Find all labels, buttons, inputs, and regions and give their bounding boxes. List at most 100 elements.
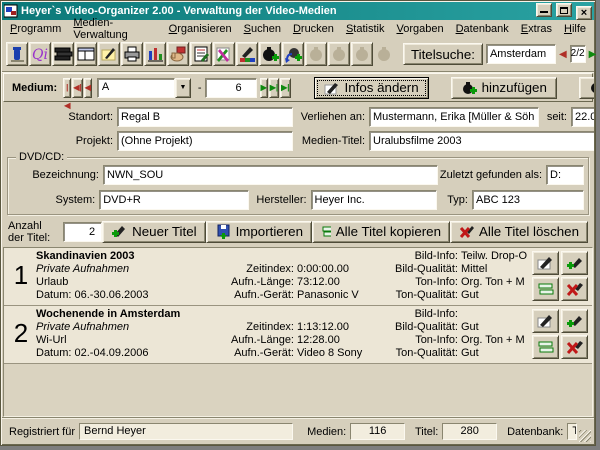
resize-grip[interactable]	[579, 430, 591, 442]
delete-title-icon[interactable]	[561, 277, 588, 301]
mark-icon[interactable]	[236, 42, 258, 66]
alle-titel-loeschen-label: Alle Titel löschen	[479, 224, 579, 239]
close-button[interactable]: ×	[576, 6, 592, 20]
search-media-icon[interactable]	[213, 42, 235, 66]
entry-text-block: Wochenende in Amsterdam Private Aufnahme…	[36, 307, 224, 362]
menu-datenbank[interactable]: Datenbank	[450, 22, 515, 36]
zeitindex-label: Zeitindex:	[224, 263, 294, 276]
menu-organisieren[interactable]: Organisieren	[163, 22, 238, 36]
projekt-field[interactable]	[117, 131, 293, 151]
zuletzt-gefunden-field[interactable]	[546, 165, 584, 185]
seit-field[interactable]	[571, 107, 594, 127]
medium-number-field[interactable]	[205, 78, 257, 98]
system-field[interactable]	[99, 190, 249, 210]
infos-aendern-label: Infos ändern	[345, 80, 419, 95]
statistics-icon[interactable]	[144, 42, 166, 66]
medium-prev-button[interactable]: ◀	[84, 78, 92, 98]
copy-title-icon[interactable]	[532, 335, 559, 359]
edit-title-icon[interactable]	[532, 251, 559, 275]
neuer-titel-button[interactable]: Neuer Titel	[102, 221, 205, 243]
menu-hilfe[interactable]: Hilfe	[558, 22, 592, 36]
lend-icon[interactable]	[167, 42, 189, 66]
medium-combo[interactable]: A ▼	[97, 78, 191, 98]
anzahl-titel-label: Anzahl der Titel:	[8, 220, 59, 244]
alle-titel-loeschen-button[interactable]: Alle Titel löschen	[450, 221, 588, 243]
alle-titel-kopieren-button[interactable]: Alle Titel kopieren	[312, 221, 450, 243]
search-prev-icon[interactable]: ◀	[559, 49, 567, 60]
medium-last-button[interactable]: ▶|	[280, 78, 290, 98]
titelsuche-button[interactable]: Titelsuche:	[403, 43, 483, 65]
verliehen-an-field[interactable]	[369, 107, 539, 127]
notes-icon[interactable]	[190, 42, 212, 66]
title-entry-1[interactable]: 1 Skandinavien 2003 Private Aufnahmen Ur…	[4, 248, 592, 306]
medium-prev-block-button[interactable]: ◀|	[72, 78, 82, 98]
hersteller-label: Hersteller:	[249, 194, 310, 206]
medium-loeschen-button[interactable]: löschen	[579, 77, 594, 99]
medium-separator: -	[198, 82, 202, 94]
bag-plus-icon	[461, 80, 477, 95]
media-archive-icon[interactable]	[52, 42, 74, 66]
ton-qualitaet-label: Ton-Qualität:	[382, 347, 458, 360]
menu-drucken[interactable]: Drucken	[287, 22, 340, 36]
medium-next-button[interactable]: ▶	[260, 78, 268, 98]
titel-count-label: Titel:	[415, 426, 438, 438]
add-medium-icon[interactable]	[259, 42, 281, 66]
ton-qualitaet-label: Ton-Qualität:	[382, 289, 458, 302]
ton-qualitaet-value: Gut	[461, 347, 479, 360]
entry-number: 1	[6, 249, 36, 304]
medium-hinzufuegen-button[interactable]: hinzufügen	[451, 77, 557, 99]
import-medium-icon[interactable]	[282, 42, 304, 66]
title-entry-2[interactable]: 2 Wochenende in Amsterdam Private Aufnah…	[4, 306, 592, 364]
titel-count-value: 280	[442, 423, 497, 440]
copy-title-icon[interactable]	[532, 277, 559, 301]
print-icon[interactable]	[121, 42, 143, 66]
verliehen-an-label: Verliehen an:	[293, 111, 369, 123]
main-area: Medium: |◀ ◀| ◀ A ▼ - ▶ ▶| ▶| Infos ände…	[2, 72, 594, 418]
menu-statistik[interactable]: Statistik	[340, 22, 391, 36]
medium-next-block-button[interactable]: ▶|	[269, 78, 279, 98]
svg-text:Qi: Qi	[32, 47, 48, 63]
add-title-icon[interactable]	[561, 309, 588, 333]
menu-bar: Programm Medien-Verwaltung Organisieren …	[2, 20, 594, 37]
copy-stack-icon	[321, 224, 331, 239]
pen-icon	[324, 81, 340, 95]
exit-icon[interactable]	[6, 42, 28, 66]
infos-aendern-button[interactable]: Infos ändern	[314, 77, 429, 99]
menu-suchen[interactable]: Suchen	[238, 22, 287, 36]
menu-programm[interactable]: Programm	[4, 22, 67, 36]
chevron-down-icon[interactable]: ▼	[175, 78, 191, 98]
datenbank-value: Test3 (C:\Test-Daten\HVO2-Test3\)	[567, 423, 577, 440]
app-window: Heyer`s Video-Organizer 2.00 - Verwaltun…	[0, 0, 596, 446]
dvdcd-legend: DVD/CD:	[16, 151, 67, 163]
menu-extras[interactable]: Extras	[515, 22, 558, 36]
titles-action-bar: Anzahl der Titel: 2 Neuer Titel Importie…	[2, 218, 594, 245]
search-input[interactable]	[486, 44, 556, 64]
card-view-icon[interactable]	[75, 42, 97, 66]
medium-combo-value[interactable]: A	[97, 78, 175, 98]
typ-field[interactable]	[472, 190, 584, 210]
bezeichnung-field[interactable]	[103, 165, 438, 185]
import-disk-icon	[215, 224, 231, 239]
delete-title-icon[interactable]	[561, 335, 588, 359]
typ-label: Typ:	[437, 194, 472, 206]
medium-first-button[interactable]: |◀	[63, 78, 71, 98]
search-next-icon[interactable]: ▶	[589, 49, 597, 60]
edit-title-icon[interactable]	[532, 309, 559, 333]
minimize-button[interactable]	[536, 3, 552, 17]
aufn-laenge-value: 12:28.00	[297, 334, 340, 347]
importieren-button[interactable]: Importieren	[206, 221, 312, 243]
ton-info-label: Ton-Info:	[382, 276, 458, 289]
entry-actions	[532, 307, 590, 362]
datenbank-label: Datenbank:	[507, 426, 563, 438]
edit-pen-icon[interactable]	[98, 42, 120, 66]
neuer-titel-label: Neuer Titel	[132, 224, 196, 239]
hersteller-field[interactable]	[311, 190, 437, 210]
aufn-geraet-value: Panasonic V	[297, 289, 359, 302]
maximize-button[interactable]	[556, 3, 572, 17]
entry-actions	[532, 249, 590, 304]
menu-vorgaben[interactable]: Vorgaben	[390, 22, 449, 36]
quick-info-icon[interactable]: Qi	[29, 42, 51, 66]
medien-titel-field[interactable]	[369, 131, 594, 151]
add-title-icon[interactable]	[561, 251, 588, 275]
standort-field[interactable]	[117, 107, 293, 127]
